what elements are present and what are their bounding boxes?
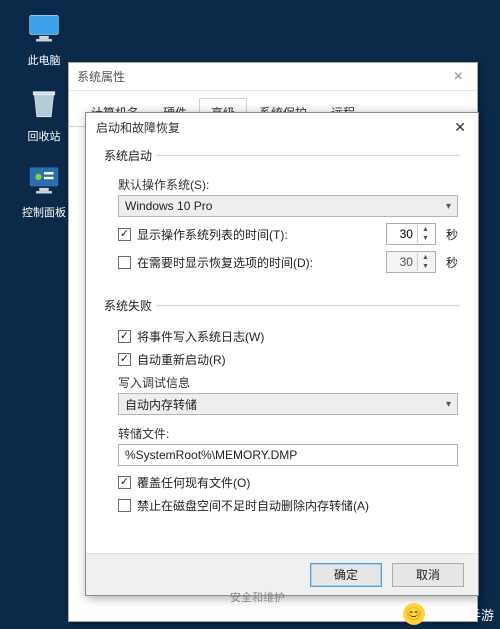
no-auto-delete-checkbox[interactable] (118, 499, 131, 512)
write-event-checkbox[interactable] (118, 330, 131, 343)
background-text: 安全和维护 (230, 589, 285, 605)
dump-file-label: 转储文件: (118, 425, 458, 442)
group-system-startup: 系统启动 默认操作系统(S): Windows 10 Pro ▾ 显示操作系统列… (104, 147, 460, 291)
auto-restart-checkbox[interactable] (118, 353, 131, 366)
desktop-icon-recycle-bin[interactable]: 回收站 (12, 84, 76, 144)
group-heading: 系统启动 (104, 147, 156, 164)
monitor-icon (24, 8, 64, 48)
group-system-failure: 系统失败 将事件写入系统日志(W) 自动重新启动(R) 写入调试信息 自动内存转… (104, 297, 460, 532)
show-os-list-checkbox[interactable] (118, 228, 131, 241)
combo-value: Windows 10 Pro (125, 199, 212, 213)
cancel-button[interactable]: 取消 (392, 563, 464, 587)
desktop-icon-this-pc[interactable]: 此电脑 (12, 8, 76, 68)
desktop-icon-label: 控制面板 (12, 204, 76, 220)
debug-info-label: 写入调试信息 (118, 374, 458, 391)
desktop-icon-label: 此电脑 (12, 52, 76, 68)
desktop-icon-control-panel[interactable]: 控制面板 (12, 160, 76, 220)
default-os-combo[interactable]: Windows 10 Pro ▾ (118, 195, 458, 217)
seconds-input (387, 255, 417, 269)
spin-up-icon[interactable]: ▲ (418, 225, 433, 234)
trash-icon (24, 84, 64, 124)
overwrite-label: 覆盖任何现有文件(O) (137, 474, 458, 491)
ok-button[interactable]: 确定 (310, 563, 382, 587)
dump-file-input[interactable]: %SystemRoot%\MEMORY.DMP (118, 444, 458, 466)
unit-seconds: 秒 (446, 254, 458, 271)
write-event-label: 将事件写入系统日志(W) (137, 328, 458, 345)
desktop-icon-label: 回收站 (12, 128, 76, 144)
default-os-label: 默认操作系统(S): (118, 176, 458, 193)
show-recovery-label: 在需要时显示恢复选项的时间(D): (137, 254, 380, 271)
unit-seconds: 秒 (446, 226, 458, 243)
watermark: 😊 欢乐淘手游 (403, 603, 494, 625)
show-recovery-checkbox[interactable] (118, 256, 131, 269)
spin-down-icon[interactable]: ▼ (418, 234, 433, 243)
group-heading: 系统失败 (104, 297, 156, 314)
show-os-list-seconds[interactable]: ▲▼ (386, 223, 436, 245)
spin-down-icon: ▼ (418, 262, 433, 271)
auto-restart-label: 自动重新启动(R) (137, 351, 458, 368)
combo-value: 自动内存转储 (125, 396, 197, 413)
chevron-down-icon: ▾ (446, 399, 451, 410)
chevron-down-icon: ▾ (446, 201, 451, 212)
debug-info-combo[interactable]: 自动内存转储 ▾ (118, 393, 458, 415)
control-panel-icon (24, 160, 64, 200)
overwrite-checkbox[interactable] (118, 476, 131, 489)
spin-up-icon: ▲ (418, 253, 433, 262)
window-title: 系统属性 (77, 68, 125, 85)
show-os-list-label: 显示操作系统列表的时间(T): (137, 226, 380, 243)
dump-file-value: %SystemRoot%\MEMORY.DMP (125, 448, 297, 462)
startup-recovery-dialog: 启动和故障恢复 ✕ 系统启动 默认操作系统(S): Windows 10 Pro… (85, 112, 479, 596)
no-auto-delete-label: 禁止在磁盘空间不足时自动删除内存转储(A) (137, 497, 458, 514)
close-icon[interactable]: ✕ (448, 119, 472, 136)
close-icon[interactable]: × (448, 68, 469, 86)
show-recovery-seconds: ▲▼ (386, 251, 436, 273)
watermark-text: 欢乐淘手游 (429, 605, 494, 624)
dialog-title: 启动和故障恢复 (96, 119, 180, 136)
seconds-input[interactable] (387, 227, 417, 241)
smile-icon: 😊 (403, 603, 425, 625)
